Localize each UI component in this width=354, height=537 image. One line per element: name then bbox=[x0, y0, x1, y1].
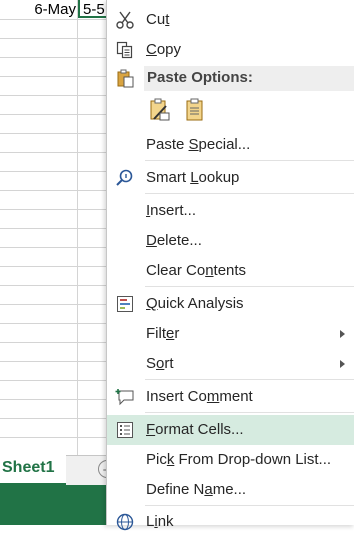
submenu-arrow-icon bbox=[340, 330, 345, 338]
sheet-tab[interactable]: Sheet1 bbox=[0, 455, 66, 486]
menu-item-quick-analysis[interactable]: Quick Analysis bbox=[107, 289, 354, 319]
gridline bbox=[0, 19, 110, 20]
menu-item-label: Smart Lookup bbox=[146, 169, 240, 186]
menu-item-clear-contents[interactable]: Clear Contents bbox=[107, 256, 354, 286]
gridline bbox=[0, 304, 110, 305]
gridline bbox=[0, 76, 110, 77]
menu-separator bbox=[145, 286, 354, 287]
menu-item-label: Filter bbox=[146, 325, 180, 342]
gridline bbox=[0, 285, 110, 286]
menu-item-label: Quick Analysis bbox=[146, 295, 244, 312]
submenu-arrow-icon bbox=[340, 360, 345, 368]
gridline bbox=[0, 152, 110, 153]
gridline bbox=[0, 133, 110, 134]
gridline bbox=[0, 57, 110, 58]
paste-options-label: Paste Options: bbox=[147, 69, 253, 86]
gridline bbox=[0, 399, 110, 400]
gridline bbox=[0, 380, 110, 381]
gridline bbox=[0, 418, 110, 419]
gridline bbox=[0, 209, 110, 210]
menu-item-label: Delete... bbox=[146, 232, 202, 249]
menu-item-label: Pick From Drop-down List... bbox=[146, 451, 332, 468]
menu-item-insert-comment[interactable]: Insert Comment bbox=[107, 382, 354, 412]
menu-item-copy[interactable]: Copy bbox=[107, 35, 354, 65]
menu-item-cut[interactable]: Cut bbox=[107, 5, 354, 35]
comment-icon bbox=[115, 387, 135, 407]
menu-item-label: Define Name... bbox=[146, 481, 247, 498]
menu-separator bbox=[145, 160, 354, 161]
menu-item-insert[interactable]: Insert... bbox=[107, 196, 354, 226]
menu-item-delete[interactable]: Delete... bbox=[107, 226, 354, 256]
gridline bbox=[0, 437, 110, 438]
menu-item-smart-lookup[interactable]: Smart Lookup bbox=[107, 163, 354, 193]
search-icon bbox=[115, 168, 135, 188]
gridline bbox=[0, 190, 110, 191]
menu-item-format-cells[interactable]: Format Cells... bbox=[107, 415, 354, 445]
gridline bbox=[77, 0, 78, 455]
menu-separator bbox=[145, 412, 354, 413]
gridline bbox=[0, 95, 110, 96]
menu-separator bbox=[145, 379, 354, 380]
gridline bbox=[0, 342, 110, 343]
menu-item-label: Sort bbox=[146, 355, 174, 372]
menu-separator bbox=[145, 193, 354, 194]
gridline bbox=[0, 228, 110, 229]
cell-date[interactable]: 6-May bbox=[0, 0, 76, 19]
scissors-icon bbox=[115, 10, 135, 30]
paste-icon[interactable] bbox=[182, 97, 208, 123]
menu-item-label: Paste Special... bbox=[146, 136, 251, 153]
menu-item-label: Clear Contents bbox=[146, 262, 247, 279]
menu-item-label: Format Cells... bbox=[146, 421, 244, 438]
clipboard-icon bbox=[115, 68, 135, 88]
gridline bbox=[0, 361, 110, 362]
menu-item-sort[interactable]: Sort bbox=[107, 349, 354, 379]
menu-item-pick-from-list[interactable]: Pick From Drop-down List... bbox=[107, 445, 354, 475]
link-icon bbox=[115, 512, 135, 532]
menu-item-filter[interactable]: Filter bbox=[107, 319, 354, 349]
menu-item-label: Insert Comment bbox=[146, 388, 253, 405]
menu-item-define-name[interactable]: Define Name... bbox=[107, 475, 354, 505]
gridline bbox=[0, 247, 110, 248]
menu-item-label: Insert... bbox=[146, 202, 197, 219]
format-cells-icon bbox=[115, 420, 135, 440]
menu-item-paste-special[interactable]: Paste Special... bbox=[107, 130, 354, 160]
gridline bbox=[0, 114, 110, 115]
quick-analysis-icon bbox=[115, 294, 135, 314]
menu-item-label: Copy bbox=[146, 41, 182, 58]
menu-separator bbox=[145, 505, 354, 506]
gridline bbox=[0, 323, 110, 324]
paste-formatting-icon[interactable] bbox=[146, 97, 172, 123]
copy-icon bbox=[115, 40, 135, 60]
menu-item-link[interactable]: Link bbox=[107, 507, 354, 537]
gridline bbox=[0, 38, 110, 39]
context-menu: Cut Copy Paste Options: Paste Special...… bbox=[106, 0, 354, 531]
paste-options-header: Paste Options: bbox=[107, 63, 354, 93]
gridline bbox=[0, 266, 110, 267]
menu-item-label: Cut bbox=[146, 11, 170, 28]
menu-item-label: Link bbox=[146, 513, 174, 530]
gridline bbox=[0, 171, 110, 172]
